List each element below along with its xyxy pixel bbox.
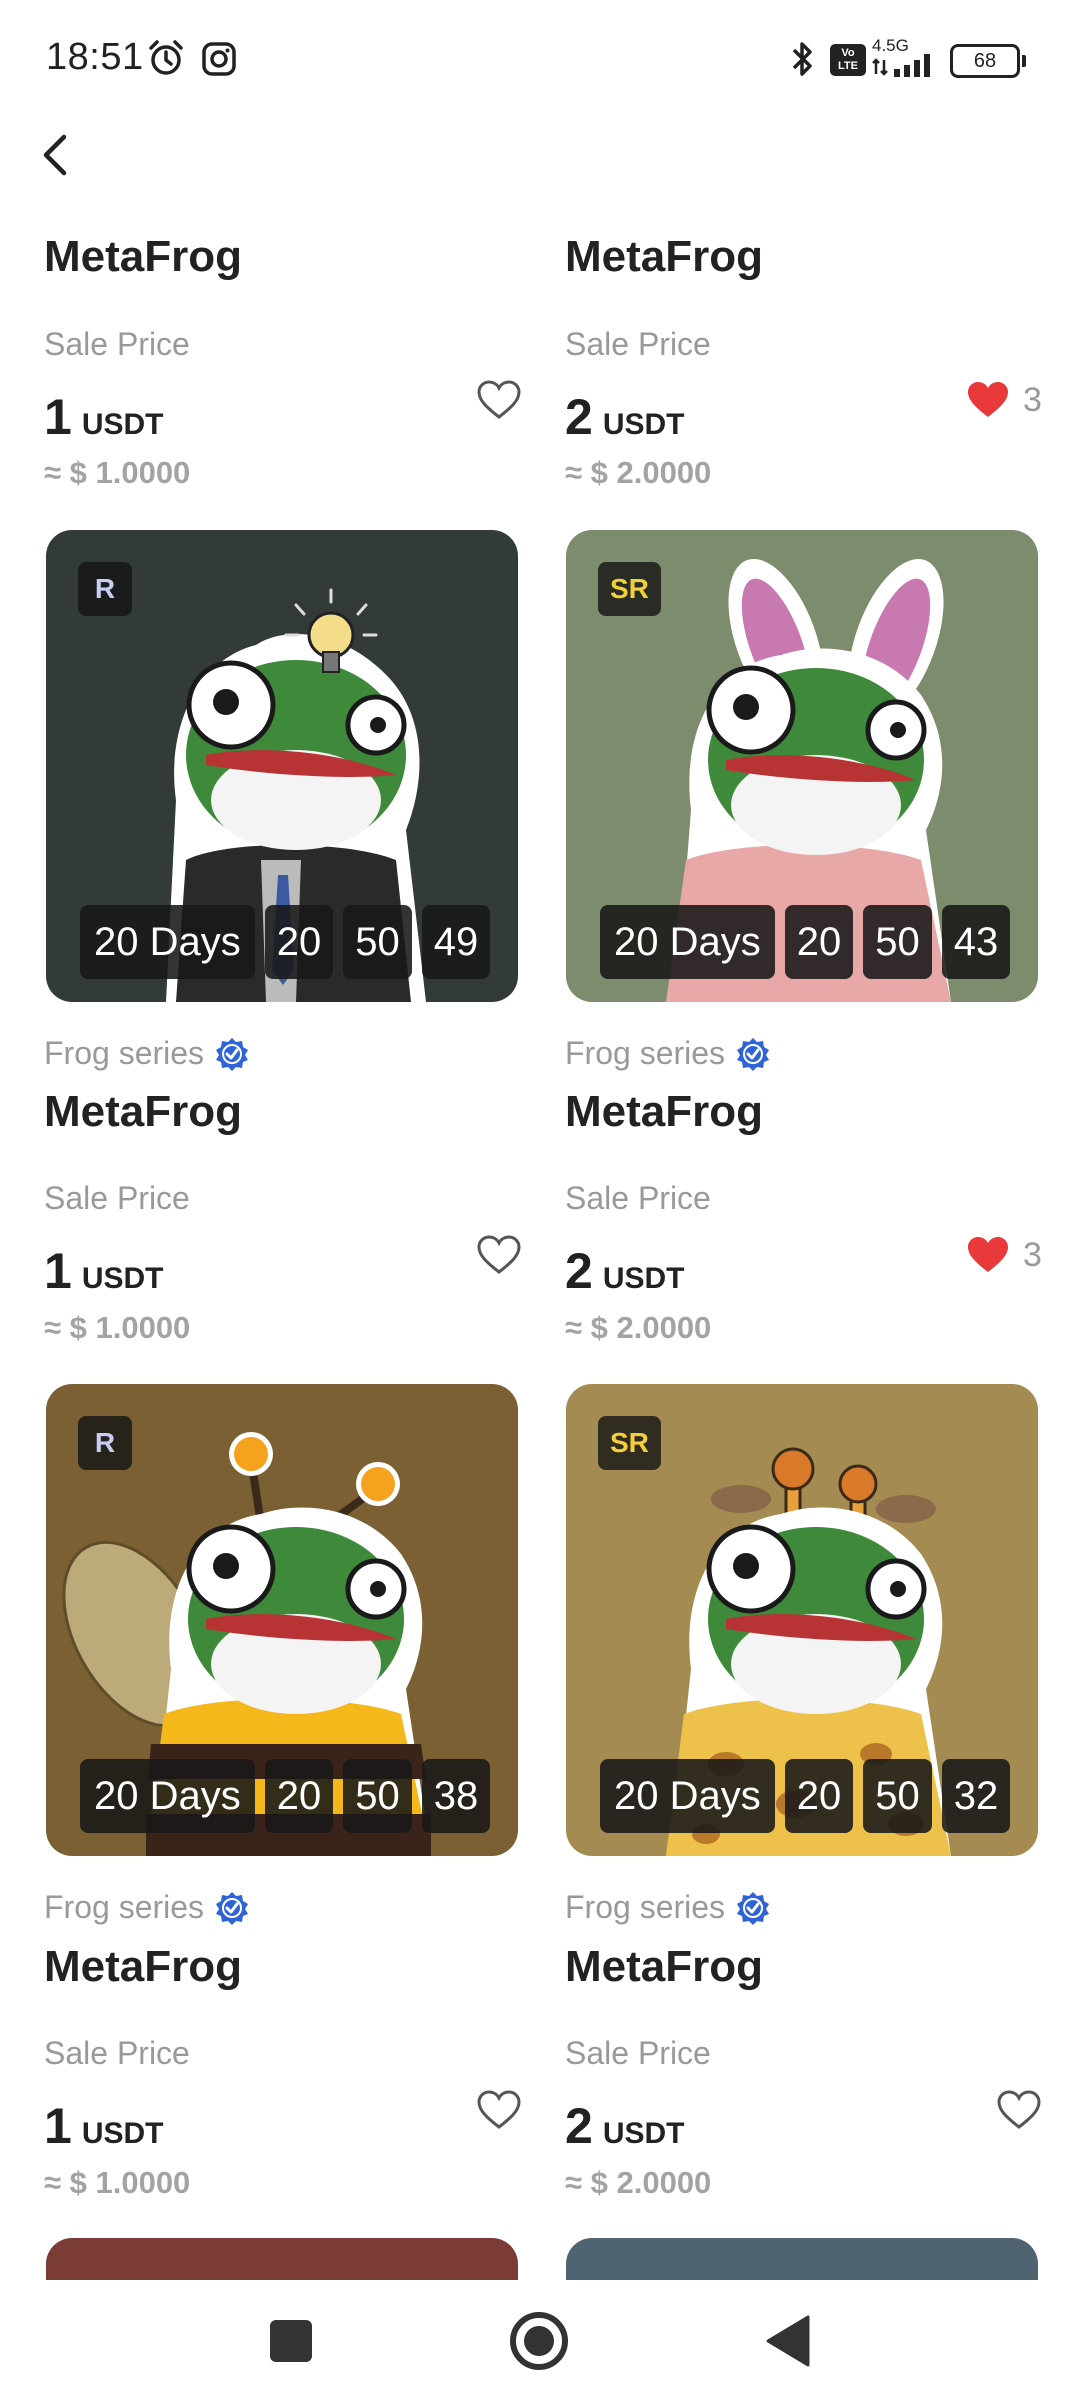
series-row[interactable]: Frog series — [565, 1035, 771, 1072]
nft-image[interactable]: R 20 Days 20 50 49 — [46, 530, 518, 1002]
item-name: MetaFrog — [565, 232, 763, 281]
system-navigation-bar — [0, 2280, 1080, 2400]
instagram-icon — [202, 42, 236, 76]
heart-outline-icon — [997, 2090, 1041, 2129]
favorite-button[interactable]: 3 — [965, 1232, 1042, 1278]
usd-equivalent: ≈ $ 2.0000 — [565, 2165, 712, 2200]
sale-price-label: Sale Price — [565, 1180, 711, 1216]
usd-equivalent: ≈ $ 2.0000 — [565, 1310, 712, 1345]
timer-days: 20 Days — [600, 905, 775, 979]
timer-hours: 20 — [784, 905, 854, 979]
heart-filled-icon — [968, 382, 1008, 417]
timer-minutes: 50 — [863, 1759, 932, 1833]
sale-price-label: Sale Price — [565, 326, 711, 362]
verified-badge-icon — [216, 1891, 249, 1925]
battery-icon: 68 — [950, 44, 1026, 78]
item-name: MetaFrog — [44, 232, 242, 281]
favorite-button[interactable]: 3 — [965, 377, 1042, 423]
series-row[interactable]: Frog series — [44, 1035, 250, 1072]
status-bar: 18:51 Vo LTE 4.5G 68 — [0, 0, 1080, 120]
product-image-partial[interactable] — [46, 2238, 518, 2280]
back-button[interactable] — [30, 125, 80, 185]
timer-seconds: 38 — [421, 1759, 491, 1833]
item-name: MetaFrog — [565, 1087, 763, 1136]
favorite-button[interactable] — [996, 2087, 1042, 2133]
item-name: MetaFrog — [44, 1942, 242, 1991]
usd-equivalent: ≈ $ 1.0000 — [44, 455, 191, 490]
timer-seconds: 49 — [421, 905, 491, 979]
timer-minutes: 50 — [343, 905, 412, 979]
usd-equivalent: ≈ $ 2.0000 — [565, 455, 712, 490]
battery-level: 68 — [973, 50, 997, 72]
item-price: 1 USDT — [44, 389, 164, 445]
timer-hours: 20 — [264, 905, 334, 979]
heart-outline-icon — [477, 2090, 521, 2129]
series-row[interactable]: Frog series — [565, 1889, 771, 1926]
favorite-count: 3 — [1023, 380, 1042, 419]
series-name: Frog series — [44, 1035, 205, 1071]
series-name: Frog series — [565, 1035, 726, 1071]
rarity-badge: R — [78, 1416, 132, 1470]
timer-days: 20 Days — [80, 1759, 255, 1833]
sale-price-label: Sale Price — [44, 1180, 190, 1216]
countdown-timer: 20 Days 20 50 32 — [600, 1759, 1011, 1833]
timer-hours: 20 — [784, 1759, 854, 1833]
sale-price-label: Sale Price — [44, 326, 190, 362]
item-price: 2 USDT — [565, 2098, 685, 2154]
series-name: Frog series — [44, 1889, 205, 1925]
favorite-button[interactable] — [476, 377, 522, 423]
heart-outline-icon — [477, 380, 521, 419]
signal-icon — [872, 54, 930, 77]
verified-badge-icon — [737, 1037, 770, 1071]
heart-filled-icon — [968, 1237, 1008, 1272]
rarity-badge: R — [78, 562, 132, 616]
rarity-badge: SR — [598, 1416, 661, 1470]
item-name: MetaFrog — [565, 1942, 763, 1991]
nft-image[interactable]: SR 20 Days 20 50 32 — [566, 1384, 1038, 1856]
nft-image[interactable]: SR 20 Days 20 50 43 — [566, 530, 1038, 1002]
rarity-badge: SR — [598, 562, 661, 616]
timer-days: 20 Days — [600, 1759, 775, 1833]
item-name: MetaFrog — [44, 1087, 242, 1136]
favorite-count: 3 — [1023, 1235, 1042, 1274]
timer-seconds: 43 — [941, 905, 1011, 979]
back-triangle-icon[interactable] — [764, 2314, 810, 2368]
alarm-icon — [149, 40, 183, 75]
item-price: 1 USDT — [44, 2098, 164, 2154]
series-name: Frog series — [565, 1889, 726, 1925]
status-time: 18:51 — [46, 36, 144, 78]
timer-seconds: 32 — [941, 1759, 1011, 1833]
usd-equivalent: ≈ $ 1.0000 — [44, 2165, 191, 2200]
item-price: 1 USDT — [44, 1243, 164, 1299]
item-price: 2 USDT — [565, 1243, 685, 1299]
chevron-left-icon — [43, 134, 67, 176]
recents-square-icon[interactable] — [268, 2318, 314, 2364]
countdown-timer: 20 Days 20 50 49 — [80, 905, 491, 979]
usd-equivalent: ≈ $ 1.0000 — [44, 1310, 191, 1345]
timer-minutes: 50 — [343, 1759, 412, 1833]
countdown-timer: 20 Days 20 50 43 — [600, 905, 1011, 979]
timer-days: 20 Days — [80, 905, 255, 979]
item-price: 2 USDT — [565, 389, 685, 445]
series-row[interactable]: Frog series — [44, 1889, 250, 1926]
nft-image[interactable]: R 20 Days 20 50 38 — [46, 1384, 518, 1856]
volte-icon: Vo LTE — [830, 44, 866, 76]
bluetooth-icon — [792, 42, 812, 76]
verified-badge-icon — [216, 1037, 249, 1071]
timer-hours: 20 — [264, 1759, 334, 1833]
favorite-button[interactable] — [476, 1232, 522, 1278]
verified-badge-icon — [737, 1891, 770, 1925]
countdown-timer: 20 Days 20 50 38 — [80, 1759, 491, 1833]
product-image-partial[interactable] — [566, 2238, 1038, 2280]
favorite-button[interactable] — [476, 2087, 522, 2133]
sale-price-label: Sale Price — [44, 2035, 190, 2071]
timer-minutes: 50 — [863, 905, 932, 979]
home-circle-icon[interactable] — [508, 2310, 570, 2372]
sale-price-label: Sale Price — [565, 2035, 711, 2071]
heart-outline-icon — [477, 1235, 521, 1274]
